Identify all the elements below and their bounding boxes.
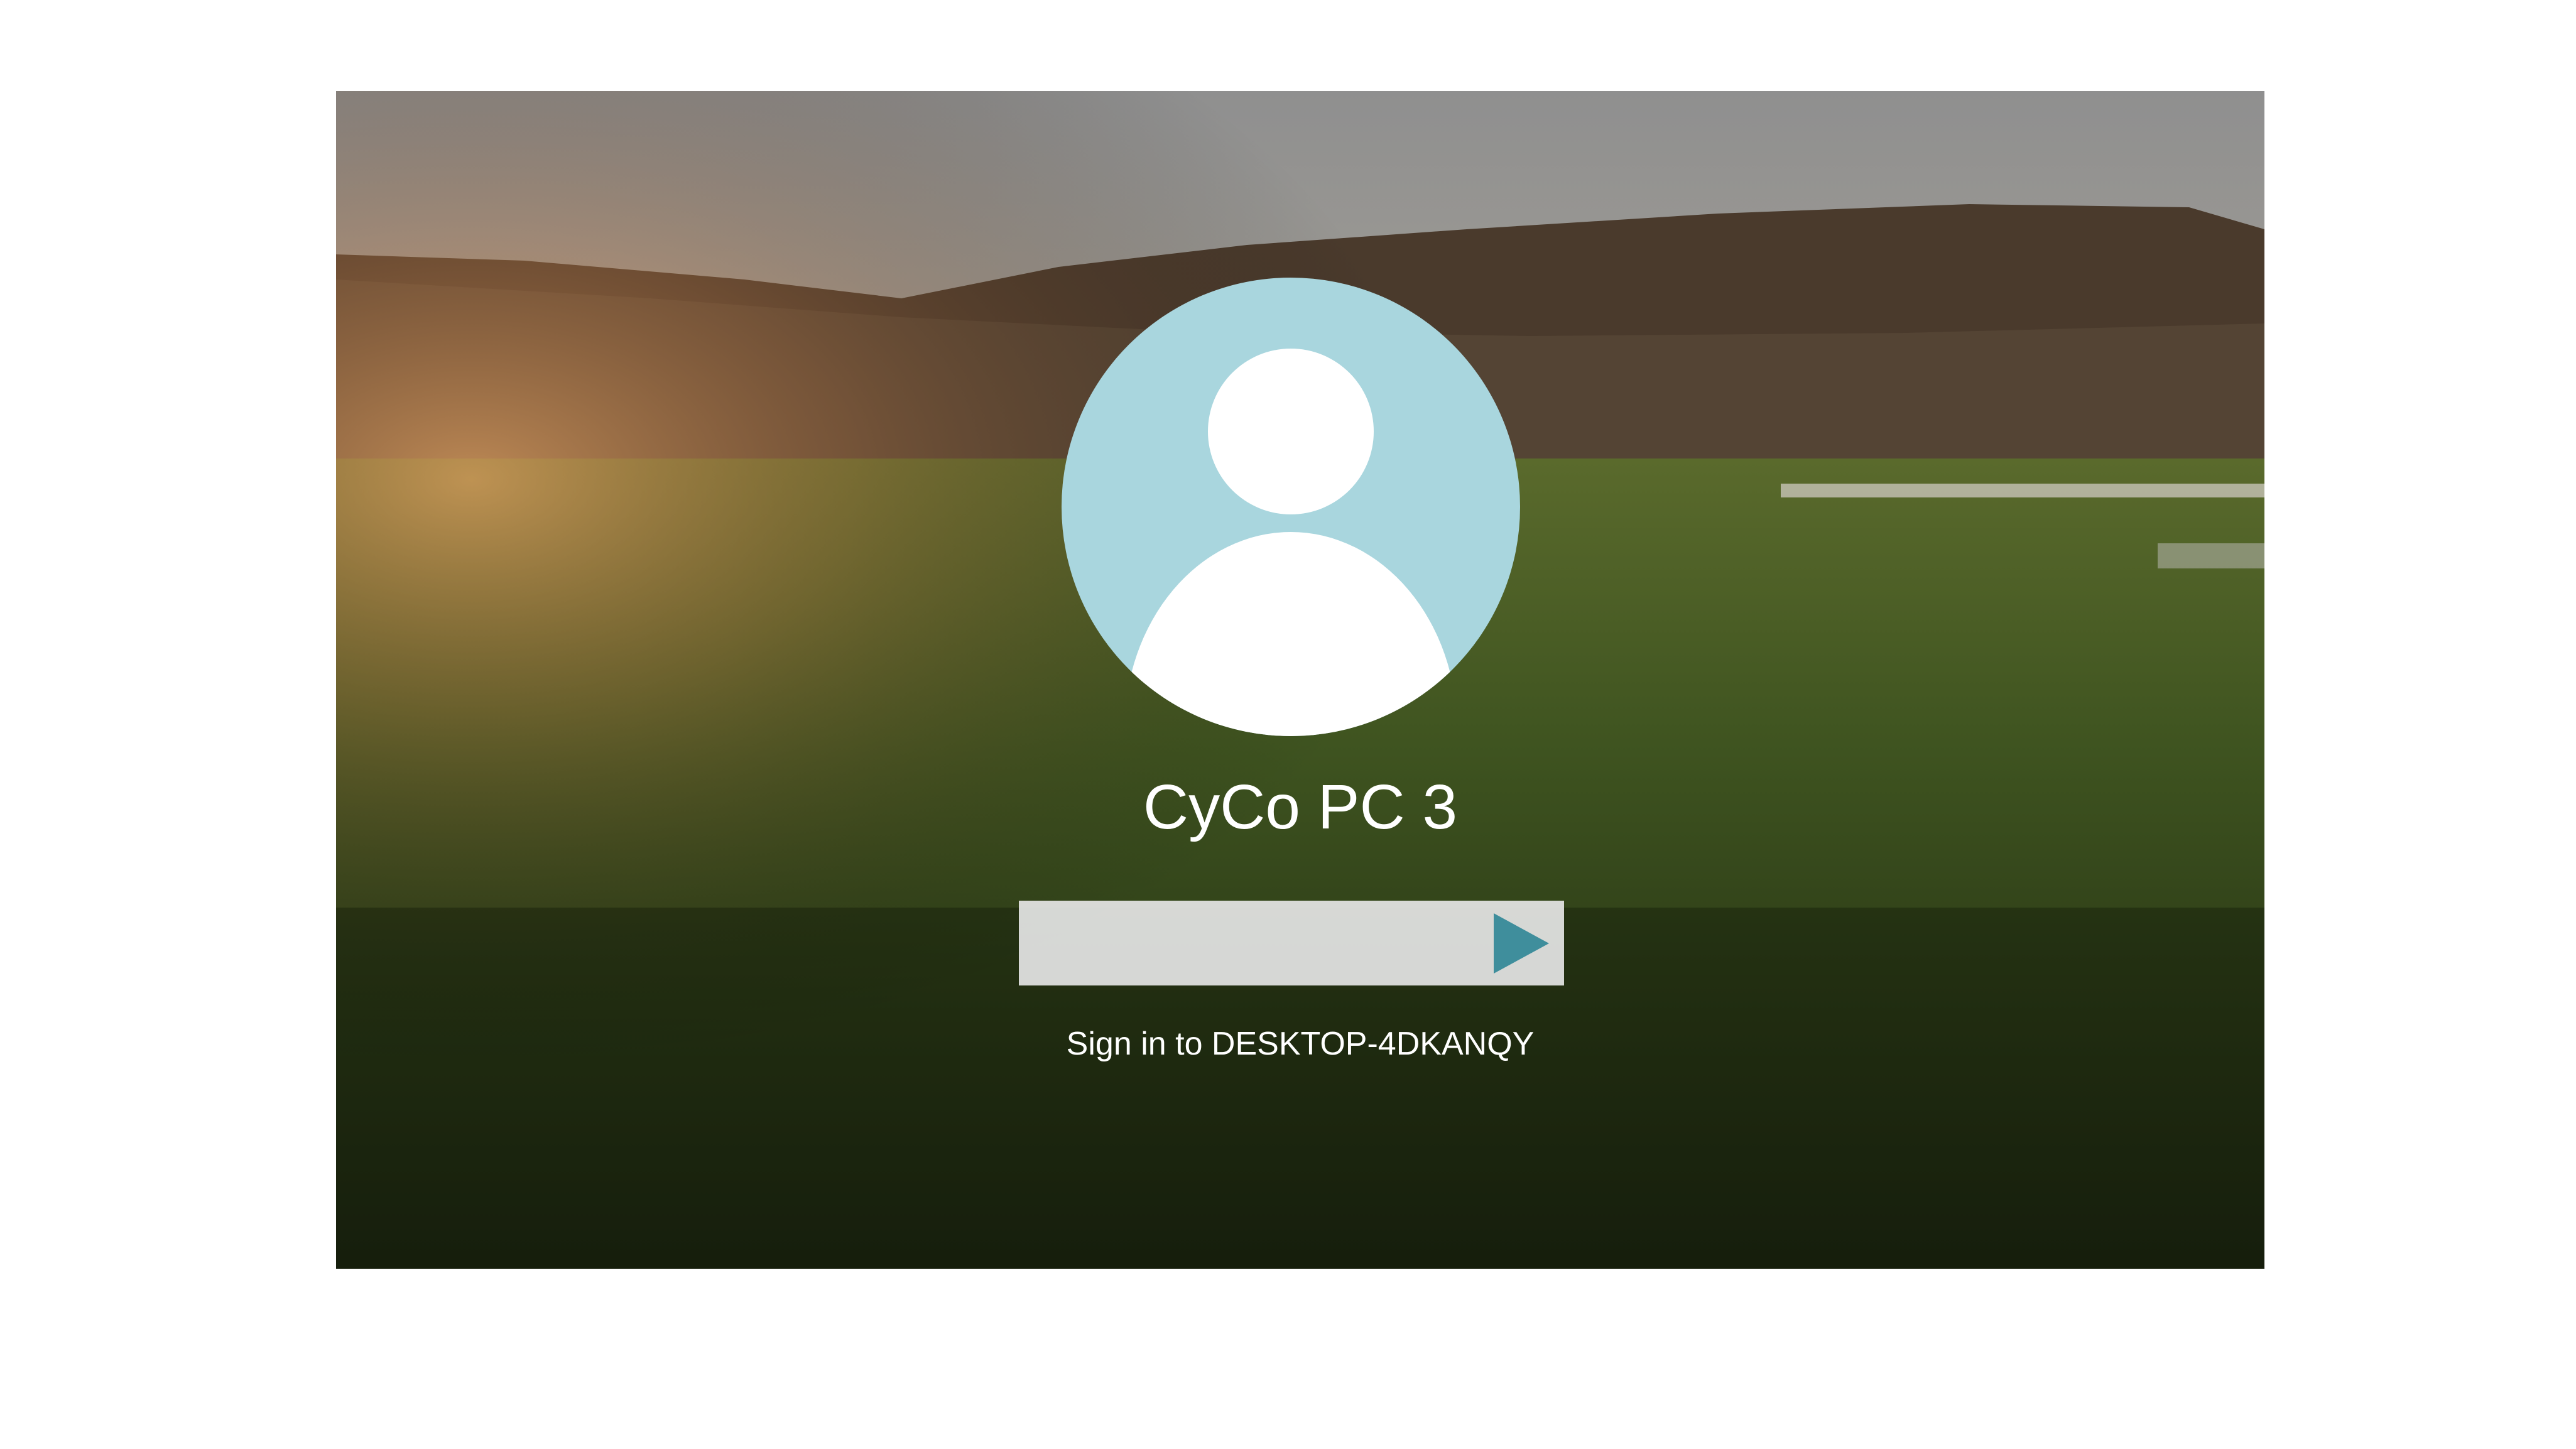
submit-button[interactable]	[1491, 912, 1554, 975]
username-label: CyCo PC 3	[1143, 772, 1458, 842]
password-input[interactable]	[1019, 901, 1484, 985]
sign-in-target-text: Sign in to DESKTOP-4DKANQY	[1066, 1026, 1535, 1062]
login-screen: CyCo PC 3 Sign in to DESKTOP-4DKANQY	[336, 91, 2264, 1269]
arrow-right-icon	[1494, 913, 1549, 974]
user-avatar-icon	[1062, 278, 1520, 736]
password-field[interactable]	[1019, 901, 1564, 985]
